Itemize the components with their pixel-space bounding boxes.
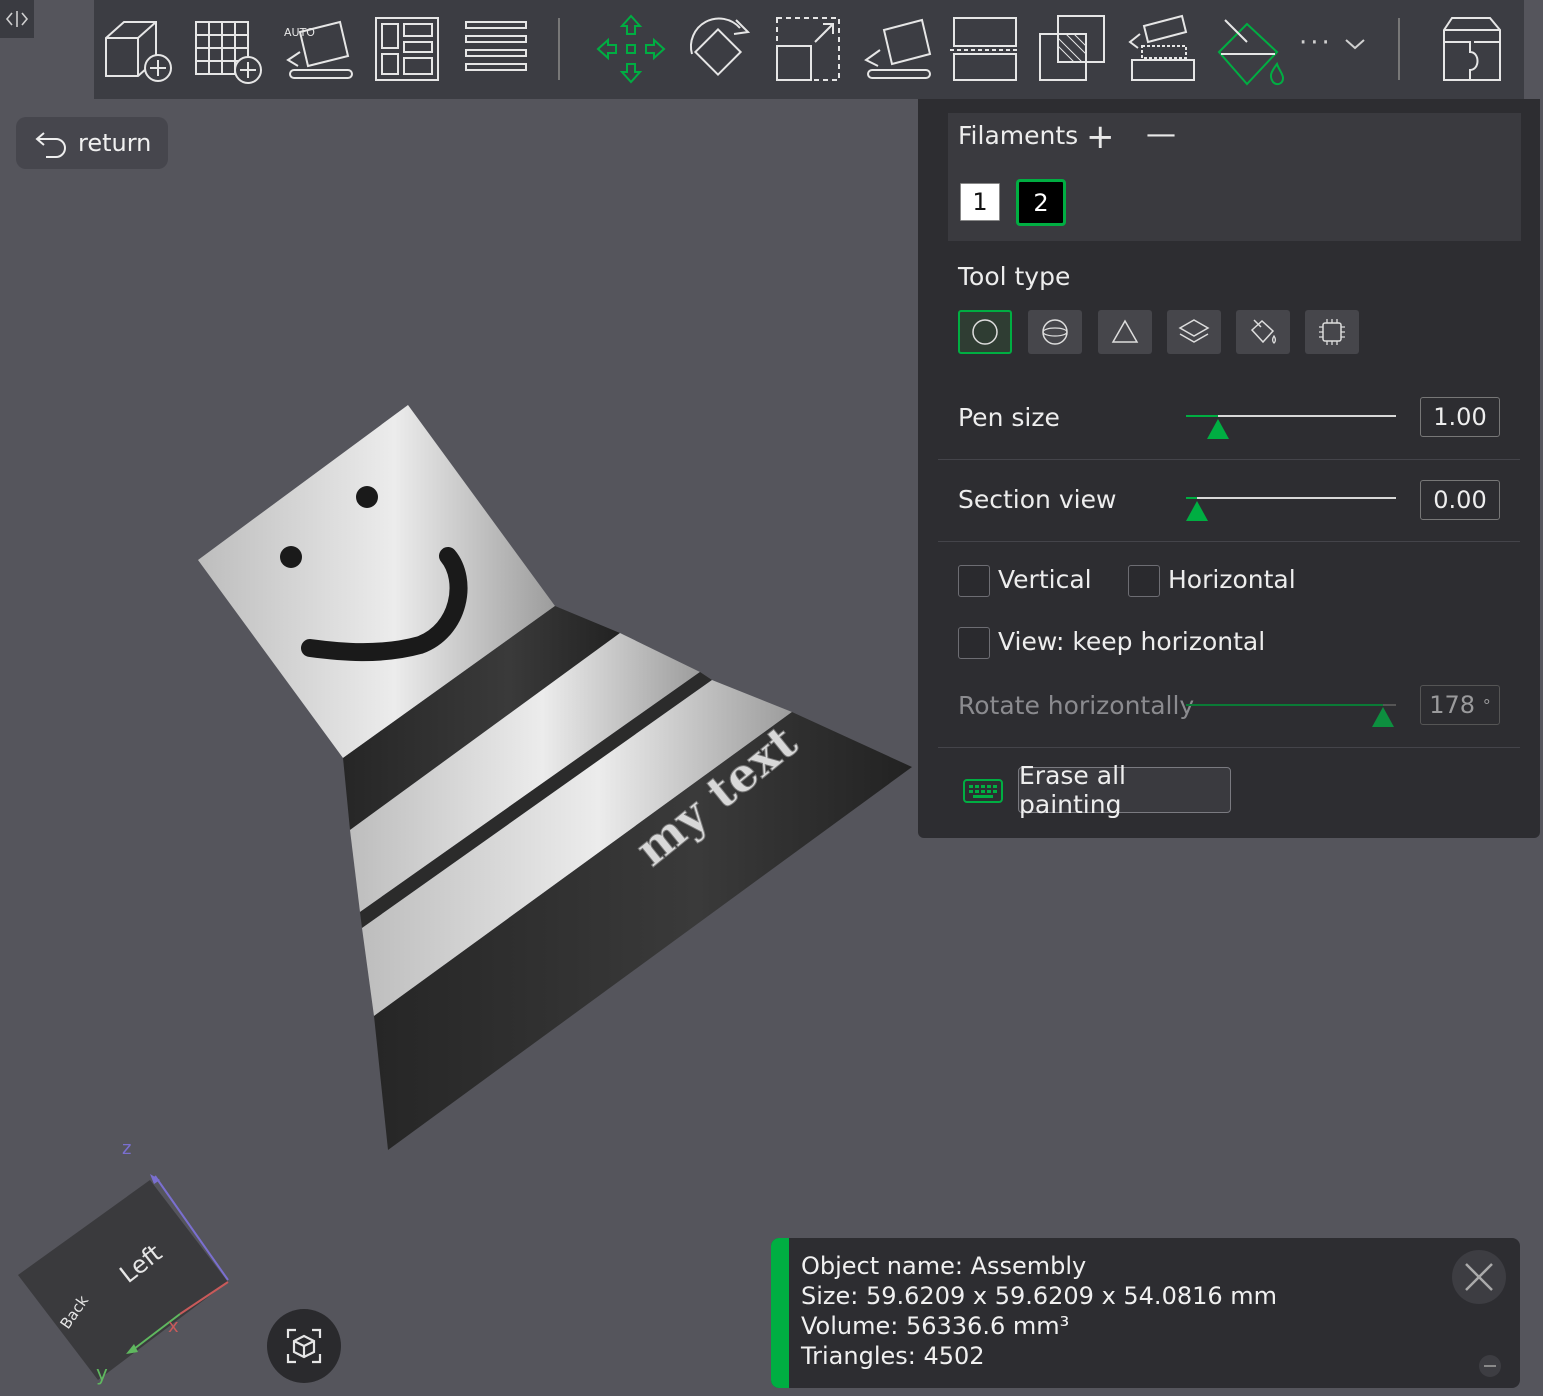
rotate-horizontally-slider-thumb[interactable] (1372, 707, 1395, 727)
paint-panel: Filaments + — 1 2 Tool type Pen size 1.0… (918, 99, 1540, 838)
panel-divider (938, 747, 1520, 748)
object-info-card: Object name: Assembly Size: 59.6209 x 59… (771, 1238, 1520, 1388)
shortcut-keyboard-button[interactable] (962, 777, 1004, 809)
vertical-label: Vertical (998, 565, 1092, 594)
info-accent-bar (771, 1238, 789, 1388)
layers-height-icon (1178, 319, 1210, 343)
object-name-text: Object name: Assembly (801, 1252, 1087, 1280)
keyboard-icon (963, 779, 1003, 803)
pen-size-slider-thumb[interactable] (1206, 419, 1229, 439)
tool-height-range[interactable] (1167, 310, 1221, 354)
model-face-eye (280, 546, 302, 568)
filaments-section: Filaments + — 1 2 (948, 113, 1521, 241)
tool-fill[interactable] (1236, 310, 1290, 354)
pen-size-label: Pen size (958, 403, 1060, 432)
filaments-title: Filaments (958, 121, 1079, 150)
tool-sphere[interactable] (1028, 310, 1082, 354)
close-icon (1465, 1263, 1493, 1291)
view-cube-face[interactable] (18, 1180, 228, 1380)
object-size-text: Size: 59.6209 x 59.6209 x 54.0816 mm (801, 1282, 1278, 1310)
model-face-eye (356, 486, 378, 508)
tool-gap-fill[interactable] (1305, 310, 1359, 354)
close-info-button[interactable] (1452, 1250, 1506, 1304)
circle-brush-icon (972, 319, 998, 345)
sphere-brush-icon (1042, 319, 1068, 345)
fill-bucket-icon (1250, 319, 1277, 344)
reset-view-button[interactable] (267, 1309, 341, 1383)
y-axis-label: y (96, 1361, 108, 1385)
panel-divider (938, 459, 1520, 460)
keep-horizontal-checkbox[interactable] (958, 627, 990, 659)
rotate-horizontally-input[interactable]: 178 ° (1420, 685, 1500, 725)
add-filament-button[interactable]: + (1086, 117, 1115, 157)
view-cube[interactable]: z x y Left Back (0, 1130, 250, 1396)
panel-divider (938, 541, 1520, 542)
object-volume-text: Volume: 56336.6 mm³ (801, 1312, 1070, 1340)
cube-view-icon (286, 1328, 322, 1364)
pen-size-slider[interactable] (1186, 415, 1396, 417)
section-view-input[interactable]: 0.00 (1420, 480, 1500, 520)
remove-filament-button[interactable]: — (1146, 117, 1176, 152)
minimize-info-button[interactable] (1479, 1355, 1501, 1377)
horizontal-label: Horizontal (1168, 565, 1296, 594)
rotate-horizontally-slider-fill (1186, 704, 1384, 706)
vertical-checkbox[interactable] (958, 565, 990, 597)
erase-all-painting-button[interactable]: Erase all painting (1018, 761, 1231, 819)
pen-size-slider-fill (1186, 415, 1218, 417)
horizontal-checkbox[interactable] (1128, 565, 1160, 597)
x-axis-label: x (168, 1316, 179, 1337)
section-view-slider[interactable] (1186, 497, 1396, 499)
section-view-slider-fill (1186, 497, 1197, 499)
pen-size-input[interactable]: 1.00 (1420, 397, 1500, 437)
degree-unit: ° (1482, 695, 1491, 715)
object-triangles-text: Triangles: 4502 (801, 1342, 985, 1370)
gap-fill-chip-icon (1319, 319, 1345, 345)
minus-icon (1484, 1365, 1496, 1367)
tool-circle[interactable] (958, 310, 1012, 354)
z-axis-label: z (122, 1138, 131, 1159)
section-view-slider-thumb[interactable] (1185, 501, 1208, 521)
filament-swatch-1[interactable]: 1 (960, 183, 1000, 221)
tool-triangle[interactable] (1098, 310, 1152, 354)
filament-swatch-2[interactable]: 2 (1016, 179, 1066, 226)
rotate-horizontally-value: 178 (1429, 691, 1476, 719)
tool-type-title: Tool type (958, 262, 1071, 291)
keep-horizontal-label: View: keep horizontal (998, 627, 1266, 656)
triangle-icon (1111, 319, 1139, 343)
section-view-label: Section view (958, 485, 1117, 514)
rotate-horizontally-label: Rotate horizontally (958, 691, 1195, 720)
